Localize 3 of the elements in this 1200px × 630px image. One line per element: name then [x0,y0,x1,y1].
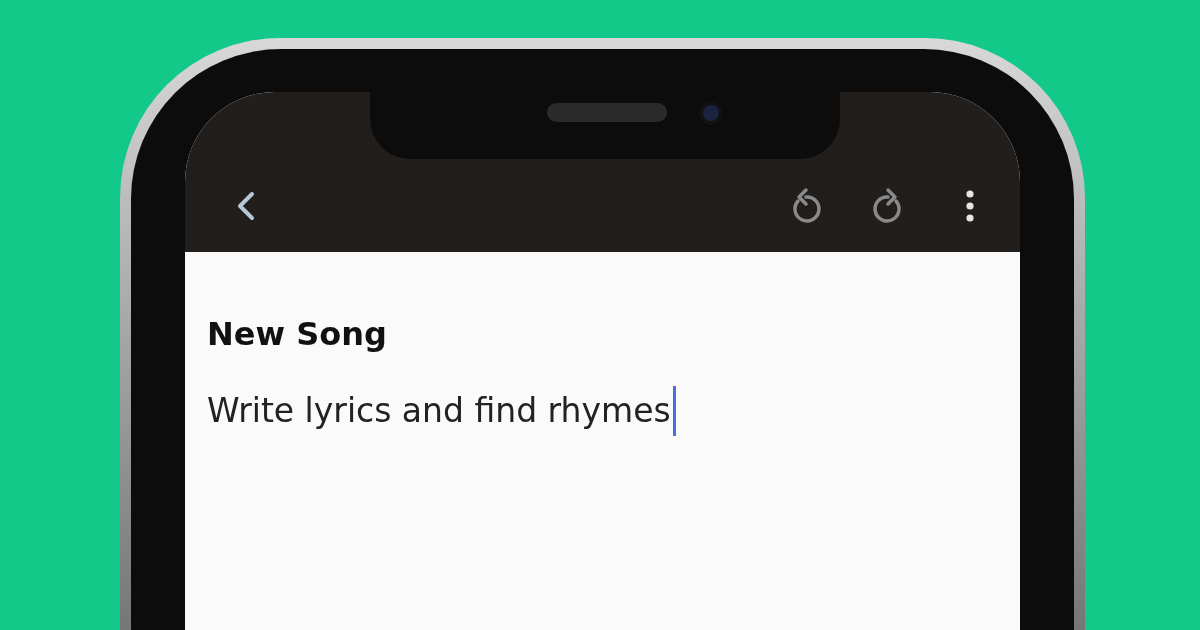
more-options-icon [964,189,976,223]
lyrics-text[interactable]: Write lyrics and find rhymes [207,386,671,436]
song-title[interactable]: New Song [207,310,1020,358]
